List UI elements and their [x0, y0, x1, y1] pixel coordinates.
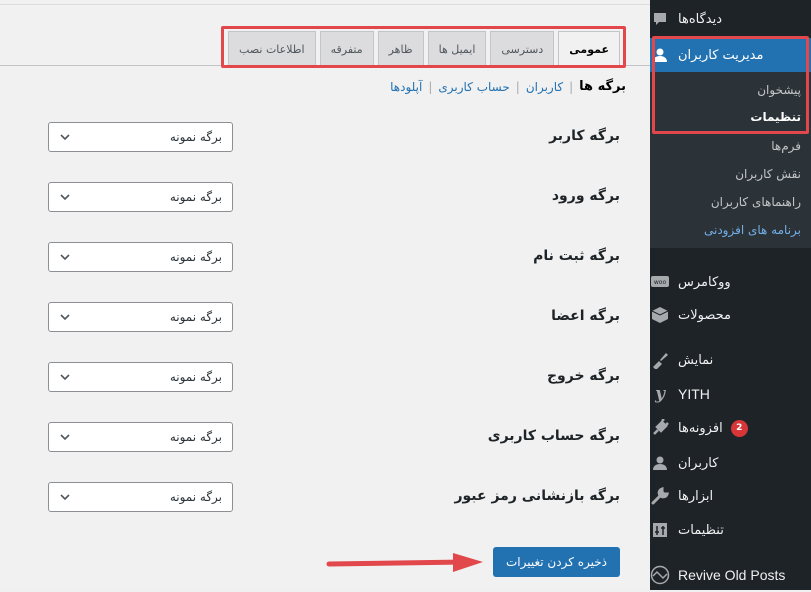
setting-row-account-page: برگه حساب کاربری برگه نمونه [48, 422, 628, 454]
setting-row-members-page: برگه اعضا برگه نمونه [48, 302, 628, 334]
sidebar-item-label: افزونه‌ها [678, 420, 723, 436]
setting-label: برگه ثبت نام [533, 248, 620, 264]
sidebar-item-label: محصولات [678, 307, 731, 323]
separator: | [515, 79, 520, 94]
user-icon [650, 45, 670, 65]
user-management-submenu: پیشخوان تنظیمات فرم‌ها نقش کاربران راهنم… [650, 72, 811, 248]
setting-row-password-reset-page: برگه بازنشانی رمز عبور برگه نمونه [48, 482, 628, 514]
submenu-item-dashboard[interactable]: پیشخوان [757, 83, 801, 97]
setting-row-user-page: برگه کاربر برگه نمونه [48, 122, 628, 154]
settings-tabs: عمومی دسترسی ایمیل ها ظاهر متفرقه اطلاعا… [228, 31, 620, 67]
submenu-item-addons[interactable]: برنامه های افزودنی [704, 223, 801, 237]
yith-icon: y [655, 384, 665, 404]
setting-label: برگه ورود [551, 188, 620, 204]
wrench-icon [650, 486, 670, 506]
select-value: برگه نمونه [169, 250, 222, 264]
submenu-item-roles[interactable]: نقش کاربران [735, 167, 801, 181]
submenu-item-settings[interactable]: تنظیمات [750, 110, 801, 124]
chevron-down-icon [60, 374, 70, 381]
sidebar-item-label: Revive Old Posts [678, 567, 786, 583]
sidebar-item-tools[interactable]: ابزارها [650, 479, 811, 513]
chevron-down-icon [60, 314, 70, 321]
revive-icon [650, 565, 670, 585]
setting-label: برگه بازنشانی رمز عبور [454, 488, 620, 504]
chevron-down-icon [60, 494, 70, 501]
tab-access[interactable]: دسترسی [490, 31, 555, 66]
sidebar-item-products[interactable]: محصولات [650, 298, 811, 332]
tabs-divider [0, 65, 650, 66]
setting-row-login-page: برگه ورود برگه نمونه [48, 182, 628, 214]
chevron-down-icon [60, 254, 70, 261]
sidebar-item-label: مدیریت کاربران [678, 47, 764, 63]
subnav-current: برگه ها [579, 79, 626, 94]
sidebar-item-label: ووکامرس [678, 274, 731, 290]
box-icon [650, 305, 670, 325]
sidebar-item-yith[interactable]: y YITH [650, 377, 811, 411]
subnav-link-uploads[interactable]: آپلودها [390, 80, 422, 94]
sidebar-item-label: YITH [678, 386, 710, 402]
tab-appearance[interactable]: ظاهر [377, 31, 424, 66]
save-changes-button[interactable]: ذخیره کردن تغییرات [493, 547, 620, 577]
tab-emails[interactable]: ایمیل ها [427, 31, 487, 66]
sidebar-item-label: کاربران [678, 455, 719, 471]
sidebar-item-label: دیدگاه‌ها [678, 11, 723, 27]
update-count-badge: 2 [730, 419, 748, 437]
sidebar-item-plugins[interactable]: افزونه‌ها 2 [650, 411, 811, 445]
setting-label: برگه اعضا [551, 308, 620, 324]
setting-row-register-page: برگه ثبت نام برگه نمونه [48, 242, 628, 274]
subnav-link-users[interactable]: کاربران [526, 80, 563, 94]
submenu-item-forms[interactable]: فرم‌ها [771, 139, 801, 153]
submenu-item-guides[interactable]: راهنماهای کاربران [711, 195, 801, 209]
sub-navigation: برگه ها | کاربران | حساب کاربری | آپلوده… [390, 79, 626, 94]
main-content: عمومی دسترسی ایمیل ها ظاهر متفرقه اطلاعا… [0, 0, 650, 590]
select-value: برگه نمونه [169, 310, 222, 324]
annotation-arrow [326, 553, 483, 572]
sidebar-item-revive-old-posts[interactable]: Revive Old Posts [650, 558, 811, 592]
tab-misc[interactable]: متفرقه [319, 31, 374, 66]
tab-install-info[interactable]: اطلاعات نصب [228, 31, 316, 66]
admin-sidebar: دیدگاه‌ها مدیریت کاربران پیشخوان تنظیمات… [650, 0, 811, 590]
sidebar-item-label: تنظیمات [678, 522, 724, 538]
svg-text:woo: woo [654, 279, 667, 286]
chevron-down-icon [60, 134, 70, 141]
page-select[interactable]: برگه نمونه [48, 182, 233, 212]
select-value: برگه نمونه [169, 370, 222, 384]
setting-label: برگه کاربر [549, 128, 620, 144]
subnav-link-account[interactable]: حساب کاربری [438, 80, 509, 94]
select-value: برگه نمونه [169, 130, 222, 144]
page-select[interactable]: برگه نمونه [48, 122, 233, 152]
setting-label: برگه حساب کاربری [487, 428, 620, 444]
chevron-down-icon [60, 434, 70, 441]
woo-icon: woo [650, 272, 670, 292]
sidebar-item-user-management[interactable]: مدیریت کاربران [650, 38, 811, 72]
user-icon [650, 453, 670, 473]
brush-icon [650, 350, 670, 370]
select-value: برگه نمونه [169, 190, 222, 204]
sidebar-item-appearance[interactable]: نمایش [650, 343, 811, 377]
separator: | [569, 79, 574, 94]
tab-general[interactable]: عمومی [558, 31, 620, 67]
sidebar-item-woocommerce[interactable]: woo ووکامرس [650, 265, 811, 299]
page-select[interactable]: برگه نمونه [48, 422, 233, 452]
chevron-down-icon [60, 194, 70, 201]
divider [0, 4, 650, 5]
page-select[interactable]: برگه نمونه [48, 242, 233, 272]
sidebar-item-label: نمایش [678, 352, 714, 368]
sidebar-item-label: ابزارها [678, 488, 714, 504]
plugin-icon [650, 418, 670, 438]
settings-icon [650, 520, 670, 540]
sidebar-item-users[interactable]: کاربران [650, 446, 811, 480]
sidebar-item-settings[interactable]: تنظیمات [650, 513, 811, 547]
select-value: برگه نمونه [169, 430, 222, 444]
sidebar-item-comments[interactable]: دیدگاه‌ها [650, 2, 811, 36]
setting-row-logout-page: برگه خروج برگه نمونه [48, 362, 628, 394]
separator: | [428, 79, 433, 94]
comment-icon [650, 9, 670, 29]
setting-label: برگه خروج [546, 368, 620, 384]
page-select[interactable]: برگه نمونه [48, 302, 233, 332]
select-value: برگه نمونه [169, 490, 222, 504]
page-select[interactable]: برگه نمونه [48, 482, 233, 512]
page-select[interactable]: برگه نمونه [48, 362, 233, 392]
